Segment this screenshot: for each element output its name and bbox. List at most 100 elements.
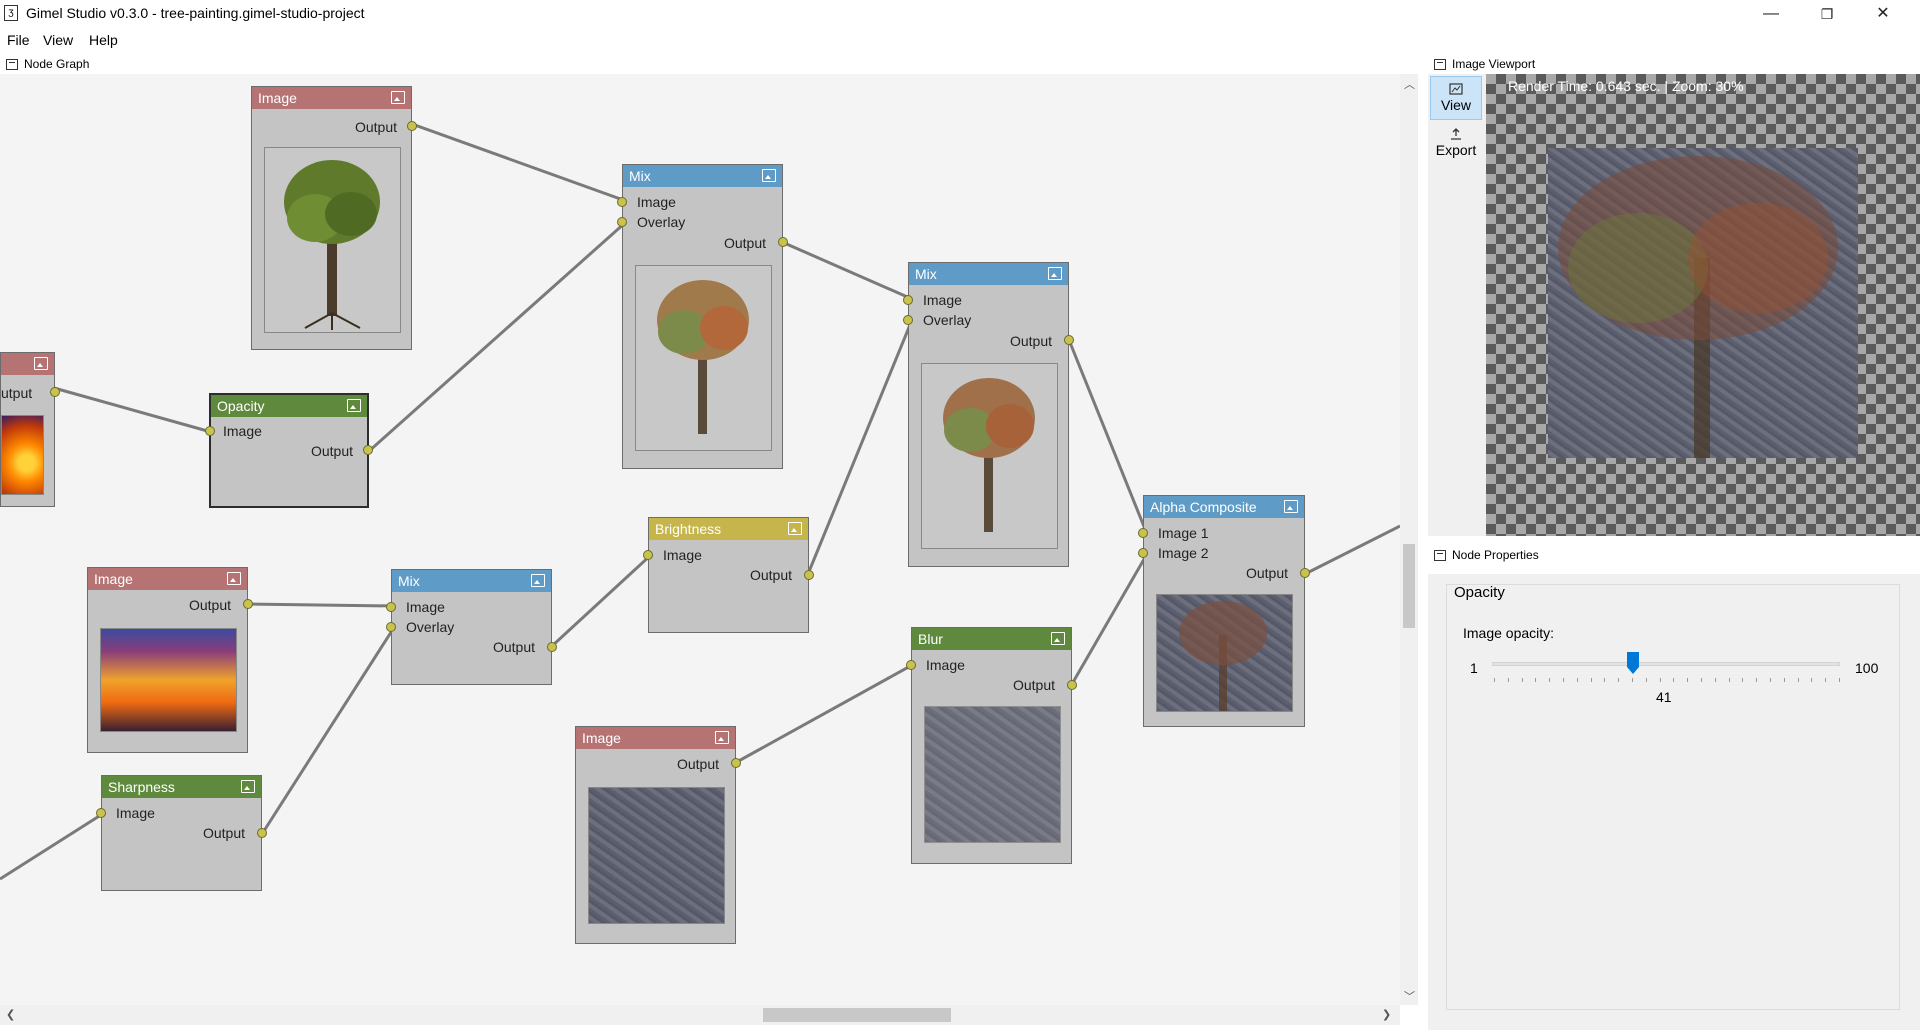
node-graph-canvas[interactable]: Image Output utput Opacity Image Output …	[0, 74, 1400, 1005]
node-image-icon[interactable]	[788, 522, 802, 535]
vertical-scroll-thumb[interactable]	[1403, 544, 1415, 628]
sharpness-node[interactable]: Sharpness Image Output	[96, 775, 267, 891]
node-header[interactable]: Image	[252, 87, 411, 109]
menu-view[interactable]: View	[43, 32, 73, 48]
node-image-icon[interactable]	[34, 357, 48, 370]
node-header[interactable]	[1, 353, 54, 375]
alpha-composite-node[interactable]: Alpha Composite Image 1 Image 2 Output	[1138, 495, 1310, 727]
input-port-image[interactable]	[386, 602, 396, 612]
slider-tick	[1507, 678, 1509, 682]
image-node-texture[interactable]: Image Output	[575, 726, 741, 944]
node-header[interactable]: Alpha Composite	[1144, 496, 1304, 518]
output-label: Output	[1245, 565, 1288, 581]
input-port-image[interactable]	[643, 550, 653, 560]
scroll-left-icon[interactable]: ❮	[6, 1008, 15, 1021]
brightness-node[interactable]: Brightness Image Output	[643, 517, 814, 633]
input-port-overlay[interactable]	[617, 217, 627, 227]
node-image-icon[interactable]	[1284, 500, 1298, 513]
node-image-icon[interactable]	[531, 574, 545, 587]
opacity-slider-track[interactable]	[1492, 662, 1840, 666]
node-header[interactable]: Opacity	[211, 395, 367, 417]
input-port-overlay[interactable]	[903, 315, 913, 325]
partial-image-node[interactable]: utput	[0, 352, 60, 507]
horizontal-scroll-thumb[interactable]	[763, 1008, 951, 1022]
viewport-canvas[interactable]: Render Time: 0.643 sec. | Zoom: 30%	[1486, 74, 1920, 536]
image-node-tree[interactable]: Image Output	[251, 86, 417, 350]
output-port[interactable]	[243, 599, 253, 609]
node-image-icon[interactable]	[762, 169, 776, 182]
node-image-icon[interactable]	[391, 91, 405, 104]
mix-node-2[interactable]: Mix Image Overlay Output	[903, 262, 1074, 567]
output-port[interactable]	[1064, 335, 1074, 345]
tree-illustration	[943, 378, 1035, 532]
scroll-right-icon[interactable]: ❯	[1382, 1008, 1391, 1021]
slider-tick	[1687, 678, 1689, 682]
node-image-icon[interactable]	[347, 399, 361, 412]
node-header[interactable]: Image	[88, 568, 247, 590]
input-port-image[interactable]	[906, 660, 916, 670]
slider-value-label: 41	[1656, 689, 1672, 705]
input-port-image1[interactable]	[1138, 528, 1148, 538]
export-button[interactable]: Export	[1430, 122, 1482, 166]
node-image-icon[interactable]	[241, 780, 255, 793]
input-label-image: Image	[923, 292, 962, 308]
output-port[interactable]	[257, 828, 267, 838]
minimize-button[interactable]: —	[1743, 0, 1799, 28]
output-port[interactable]	[407, 121, 417, 131]
sunset-thumbnail	[100, 628, 237, 732]
input-port-overlay[interactable]	[386, 622, 396, 632]
scroll-up-icon[interactable]: ︿	[1404, 76, 1415, 92]
maximize-button[interactable]: ❐	[1799, 0, 1855, 28]
blur-node[interactable]: Blur Image Output	[906, 627, 1077, 864]
node-header[interactable]: Mix	[392, 570, 551, 592]
mix-node-1[interactable]: Mix Image Overlay Output	[617, 164, 788, 469]
slider-tick	[1563, 678, 1564, 682]
node-properties-header: Node Properties	[1434, 545, 1539, 565]
close-button[interactable]: ✕	[1855, 0, 1911, 28]
slider-tick	[1797, 678, 1799, 682]
group-label: Opacity	[1454, 584, 1505, 601]
scroll-down-icon[interactable]: ﹀	[1404, 988, 1415, 1004]
node-header[interactable]: Mix	[623, 165, 782, 187]
node-header[interactable]: Blur	[912, 628, 1071, 650]
node-header[interactable]: Mix	[909, 263, 1068, 285]
output-label: Output	[749, 567, 792, 583]
node-image-icon[interactable]	[1051, 632, 1065, 645]
node-header[interactable]: Sharpness	[102, 776, 261, 798]
input-port-image[interactable]	[617, 197, 627, 207]
output-port[interactable]	[804, 570, 814, 580]
output-port[interactable]	[778, 237, 788, 247]
node-header[interactable]: Image	[576, 727, 735, 749]
output-port[interactable]	[50, 387, 60, 397]
menu-help[interactable]: Help	[89, 32, 118, 48]
input-port-image[interactable]	[903, 295, 913, 305]
opacity-slider-thumb[interactable]	[1627, 652, 1639, 674]
output-port[interactable]	[731, 758, 741, 768]
node-image-icon[interactable]	[1048, 267, 1062, 280]
input-port-image2[interactable]	[1138, 548, 1148, 558]
vertical-scrollbar[interactable]: ︿ ﹀	[1400, 74, 1418, 1005]
input-port-image[interactable]	[96, 808, 106, 818]
horizontal-scrollbar[interactable]: ❮ ❯	[0, 1005, 1400, 1025]
blur-thumbnail	[924, 706, 1061, 843]
output-label: Output	[492, 639, 535, 655]
input-port-image[interactable]	[205, 426, 215, 436]
tree-thumbnail	[264, 147, 401, 333]
output-port[interactable]	[1067, 680, 1077, 690]
output-port[interactable]	[1300, 568, 1310, 578]
node-header[interactable]: Brightness	[649, 518, 808, 540]
mix-node-3[interactable]: Mix Image Overlay Output	[386, 569, 557, 685]
image-node-sunset[interactable]: Image Output	[87, 567, 253, 753]
image-viewport-title: Image Viewport	[1452, 57, 1536, 71]
rendered-tree-illustration	[1558, 156, 1838, 458]
menu-file[interactable]: File	[7, 32, 30, 48]
output-port[interactable]	[547, 642, 557, 652]
view-button[interactable]: View	[1430, 76, 1482, 120]
node-image-icon[interactable]	[715, 731, 729, 744]
output-port[interactable]	[363, 445, 373, 455]
opacity-node[interactable]: Opacity Image Output	[205, 393, 373, 508]
input-label-image: Image	[637, 194, 676, 210]
node-image-icon[interactable]	[227, 572, 241, 585]
slider-tick	[1549, 678, 1551, 682]
view-label: View	[1440, 97, 1472, 113]
